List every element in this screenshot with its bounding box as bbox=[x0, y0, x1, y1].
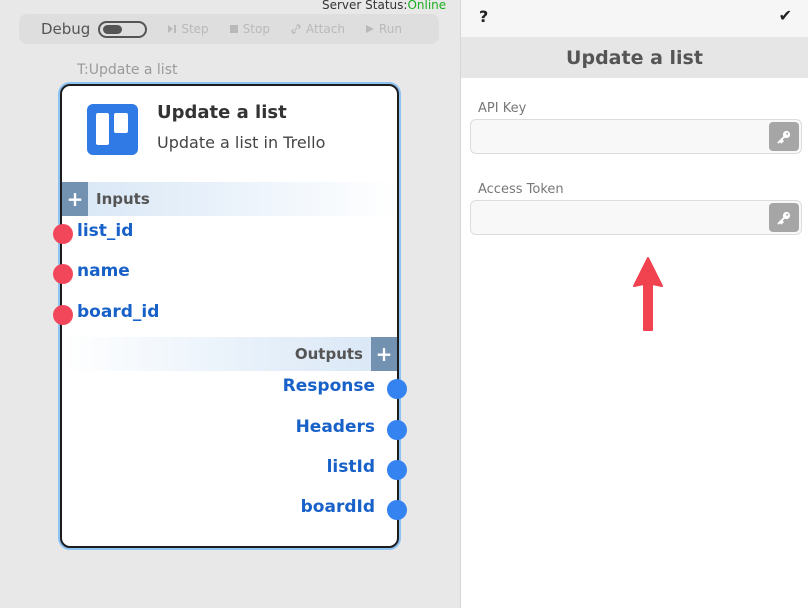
debug-toggle-knob bbox=[103, 24, 123, 34]
server-status-value: Online bbox=[407, 0, 447, 12]
output-port-label: boardId bbox=[300, 497, 375, 517]
step-icon bbox=[168, 25, 177, 33]
access-token-field bbox=[470, 200, 802, 235]
server-status-label: Server Status: bbox=[322, 0, 408, 12]
output-port-dot[interactable] bbox=[387, 379, 407, 399]
outputs-section: Outputs + bbox=[62, 337, 397, 371]
input-port-name[interactable]: name bbox=[53, 261, 130, 284]
trello-icon bbox=[87, 104, 138, 155]
workflow-canvas[interactable]: Server Status:Online Debug Step Stop Att… bbox=[0, 0, 460, 608]
key-icon bbox=[777, 211, 791, 224]
api-key-input[interactable] bbox=[471, 120, 766, 153]
add-input-button[interactable]: + bbox=[62, 182, 88, 216]
access-token-key-button[interactable] bbox=[769, 203, 799, 232]
output-port-label: Headers bbox=[295, 417, 375, 437]
attach-button[interactable]: Attach bbox=[290, 22, 345, 36]
annotation-arrow-icon bbox=[633, 257, 663, 331]
input-port-list-id[interactable]: list_id bbox=[53, 221, 134, 244]
key-icon bbox=[777, 130, 791, 143]
debug-toggle[interactable] bbox=[98, 20, 148, 38]
node-subtitle: Update a list in Trello bbox=[157, 133, 326, 152]
panel-title-bar: Update a list bbox=[461, 37, 808, 78]
panel-toolbar: ? ✔ bbox=[461, 0, 808, 37]
add-output-button[interactable]: + bbox=[371, 337, 397, 371]
plus-icon: + bbox=[375, 342, 393, 366]
outputs-label: Outputs bbox=[294, 345, 363, 363]
link-icon bbox=[291, 24, 301, 34]
access-token-label: Access Token bbox=[478, 182, 564, 197]
debug-label: Debug bbox=[41, 20, 91, 38]
stop-icon bbox=[229, 25, 238, 33]
access-token-input[interactable] bbox=[471, 201, 766, 234]
output-port-response[interactable]: Response bbox=[282, 376, 407, 399]
properties-panel: ? ✔ Update a list API Key Access Token bbox=[460, 0, 808, 608]
run-label: Run bbox=[378, 22, 402, 36]
output-port-board-id[interactable]: boardId bbox=[300, 497, 407, 520]
node-caption: T:Update a list bbox=[77, 62, 178, 78]
input-port-dot[interactable] bbox=[53, 264, 73, 284]
api-key-key-button[interactable] bbox=[769, 122, 799, 151]
debug-toolbar: Debug Step Stop Attach Run bbox=[19, 14, 439, 44]
server-status: Server Status:Online bbox=[322, 0, 446, 12]
step-label: Step bbox=[181, 22, 209, 36]
input-port-label: name bbox=[77, 261, 130, 281]
inputs-section: + Inputs bbox=[62, 182, 397, 216]
stop-button[interactable]: Stop bbox=[229, 22, 270, 36]
inputs-label: Inputs bbox=[96, 190, 150, 208]
input-port-label: list_id bbox=[77, 221, 134, 241]
help-icon[interactable]: ? bbox=[479, 7, 488, 26]
api-key-label: API Key bbox=[478, 101, 527, 116]
output-port-list-id[interactable]: listId bbox=[326, 457, 407, 480]
output-port-dot[interactable] bbox=[387, 420, 407, 440]
run-button[interactable]: Run bbox=[365, 22, 402, 36]
play-icon bbox=[365, 25, 374, 33]
output-port-dot[interactable] bbox=[387, 500, 407, 520]
api-key-field bbox=[470, 119, 802, 154]
step-button[interactable]: Step bbox=[167, 22, 209, 36]
input-port-board-id[interactable]: board_id bbox=[53, 302, 160, 325]
output-port-label: Response bbox=[282, 376, 375, 396]
attach-label: Attach bbox=[305, 22, 345, 36]
input-port-dot[interactable] bbox=[53, 224, 73, 244]
stop-label: Stop bbox=[242, 22, 270, 36]
input-port-dot[interactable] bbox=[53, 305, 73, 325]
plus-icon: + bbox=[66, 187, 84, 211]
update-list-node[interactable]: Update a list Update a list in Trello + … bbox=[53, 84, 407, 548]
input-port-label: board_id bbox=[77, 302, 160, 322]
node-title: Update a list bbox=[157, 102, 287, 123]
output-port-headers[interactable]: Headers bbox=[295, 417, 407, 440]
output-port-dot[interactable] bbox=[387, 460, 407, 480]
panel-title: Update a list bbox=[566, 46, 703, 69]
output-port-label: listId bbox=[326, 457, 375, 477]
checkmark-icon[interactable]: ✔ bbox=[779, 6, 792, 25]
